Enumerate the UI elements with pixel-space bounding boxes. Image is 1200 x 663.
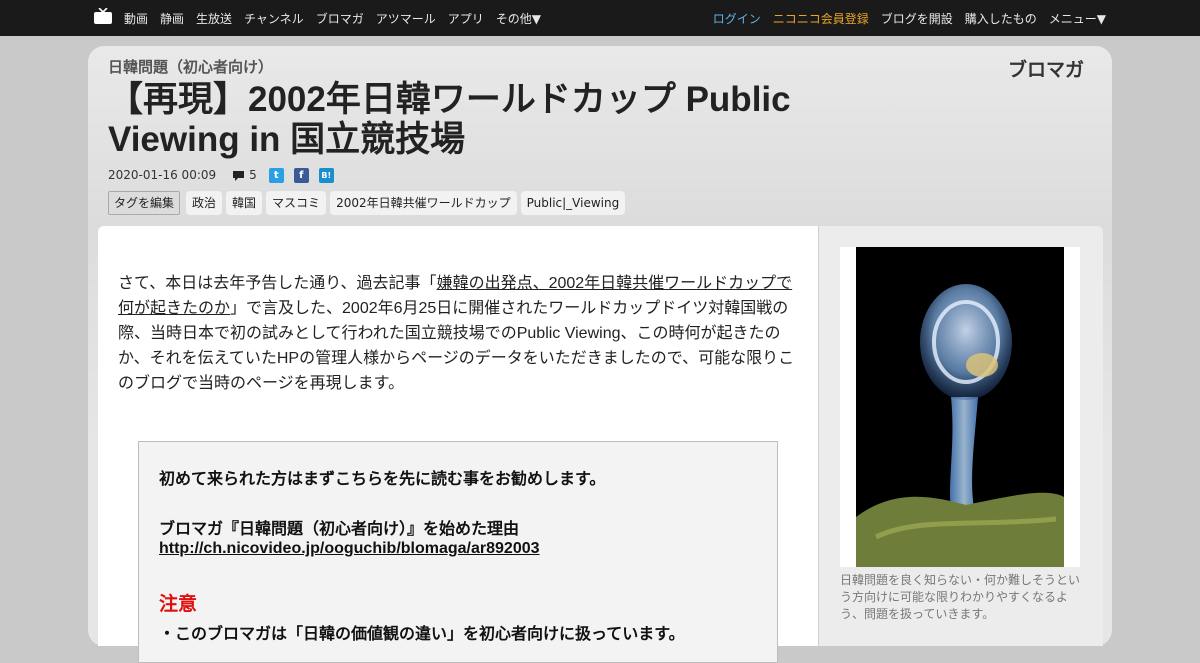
- nav-link-seiga[interactable]: 静画: [160, 10, 184, 27]
- notice-warning-heading: 注意: [159, 594, 198, 615]
- top-nav: 動画 静画 生放送 チャンネル ブロマガ アツマール アプリ その他▼ ログイン…: [0, 0, 1200, 36]
- nav-link-others[interactable]: その他▼: [496, 10, 541, 27]
- tag-item[interactable]: マスコミ: [266, 191, 327, 215]
- blog-description: 日韓問題を良く知らない・何か難しそうという方向けに可能な限りわかりやすくなるよう…: [840, 573, 1081, 621]
- intro-text-before: さて、本日は去年予告した通り、過去記事「: [118, 275, 437, 292]
- nav-right-links: ログイン ニコニコ会員登録 ブログを開設 購入したもの メニュー▼: [701, 0, 1106, 36]
- article-meta: 2020-01-16 00:09 5 t f B!: [108, 167, 344, 183]
- nav-link-live[interactable]: 生放送: [196, 10, 232, 27]
- comment-count[interactable]: 5: [232, 168, 257, 182]
- comment-count-value: 5: [249, 168, 257, 182]
- nav-link-channel[interactable]: チャンネル: [244, 10, 304, 27]
- tag-list: タグを編集 政治 韓国 マスコミ 2002年日韓共催ワールドカップ Public…: [108, 191, 629, 215]
- edit-tags-button[interactable]: タグを編集: [108, 191, 181, 215]
- nav-link-app[interactable]: アプリ: [448, 10, 484, 27]
- blomaga-logo-text: ブロマガ: [1008, 58, 1084, 80]
- niconico-tv-icon[interactable]: [94, 8, 112, 24]
- login-link[interactable]: ログイン: [713, 10, 761, 27]
- notice-first-visit: 初めて来られた方はまずこちらを先に読む事をお勧めします。: [159, 471, 606, 488]
- hatena-bookmark-icon[interactable]: B!: [318, 167, 334, 183]
- open-blog-link[interactable]: ブログを開設: [881, 10, 953, 27]
- tag-item[interactable]: 2002年日韓共催ワールドカップ: [330, 191, 517, 215]
- purchased-link[interactable]: 購入したもの: [965, 10, 1037, 27]
- twitter-share-icon[interactable]: t: [268, 167, 284, 183]
- blog-name-link[interactable]: 日韓問題（初心者向け）: [108, 56, 273, 77]
- notice-reason-link[interactable]: http://ch.nicovideo.jp/ooguchib/blomaga/…: [159, 540, 540, 558]
- article-title: 【再現】2002年日韓ワールドカップ Public Viewing in 国立競…: [108, 80, 791, 159]
- tag-item[interactable]: 韓国: [226, 191, 263, 215]
- tag-item[interactable]: Public|_Viewing: [520, 191, 626, 215]
- comment-icon: [233, 170, 245, 181]
- nav-link-atsumaru[interactable]: アツマール: [376, 10, 436, 27]
- register-link[interactable]: ニコニコ会員登録: [773, 10, 869, 27]
- article-date: 2020-01-16 00:09: [108, 168, 217, 182]
- article-body: さて、本日は去年予告した通り、過去記事「嫌韓の出発点、2002年日韓共催ワールド…: [98, 226, 818, 663]
- notice-reason-heading: ブロマガ『日韓問題（初心者向け）』を始めた理由: [159, 521, 520, 538]
- menu-link[interactable]: メニュー▼: [1049, 10, 1106, 27]
- nav-left-links: 動画 静画 生放送 チャンネル ブロマガ アツマール アプリ その他▼: [124, 0, 553, 36]
- nav-link-blomaga[interactable]: ブロマガ: [316, 10, 364, 27]
- tag-item[interactable]: 政治: [186, 191, 223, 215]
- article-intro: さて、本日は去年予告した通り、過去記事「嫌韓の出発点、2002年日韓共催ワールド…: [118, 271, 798, 396]
- sea-creature-illustration: [856, 247, 1064, 567]
- sidebar: 日韓問題を良く知らない・何か難しそうという方向けに可能な限りわかりやすくなるよう…: [818, 226, 1103, 646]
- notice-warning-text: ・このブロマガは「日韓の価値観の違い」を初心者向けに扱っています。: [159, 626, 685, 643]
- blog-thumbnail-frame: [840, 247, 1080, 567]
- nav-link-douga[interactable]: 動画: [124, 10, 148, 27]
- blog-thumbnail-image[interactable]: [856, 247, 1064, 567]
- blomaga-logo[interactable]: ブロマガ: [1008, 58, 1092, 80]
- facebook-share-icon[interactable]: f: [293, 167, 309, 183]
